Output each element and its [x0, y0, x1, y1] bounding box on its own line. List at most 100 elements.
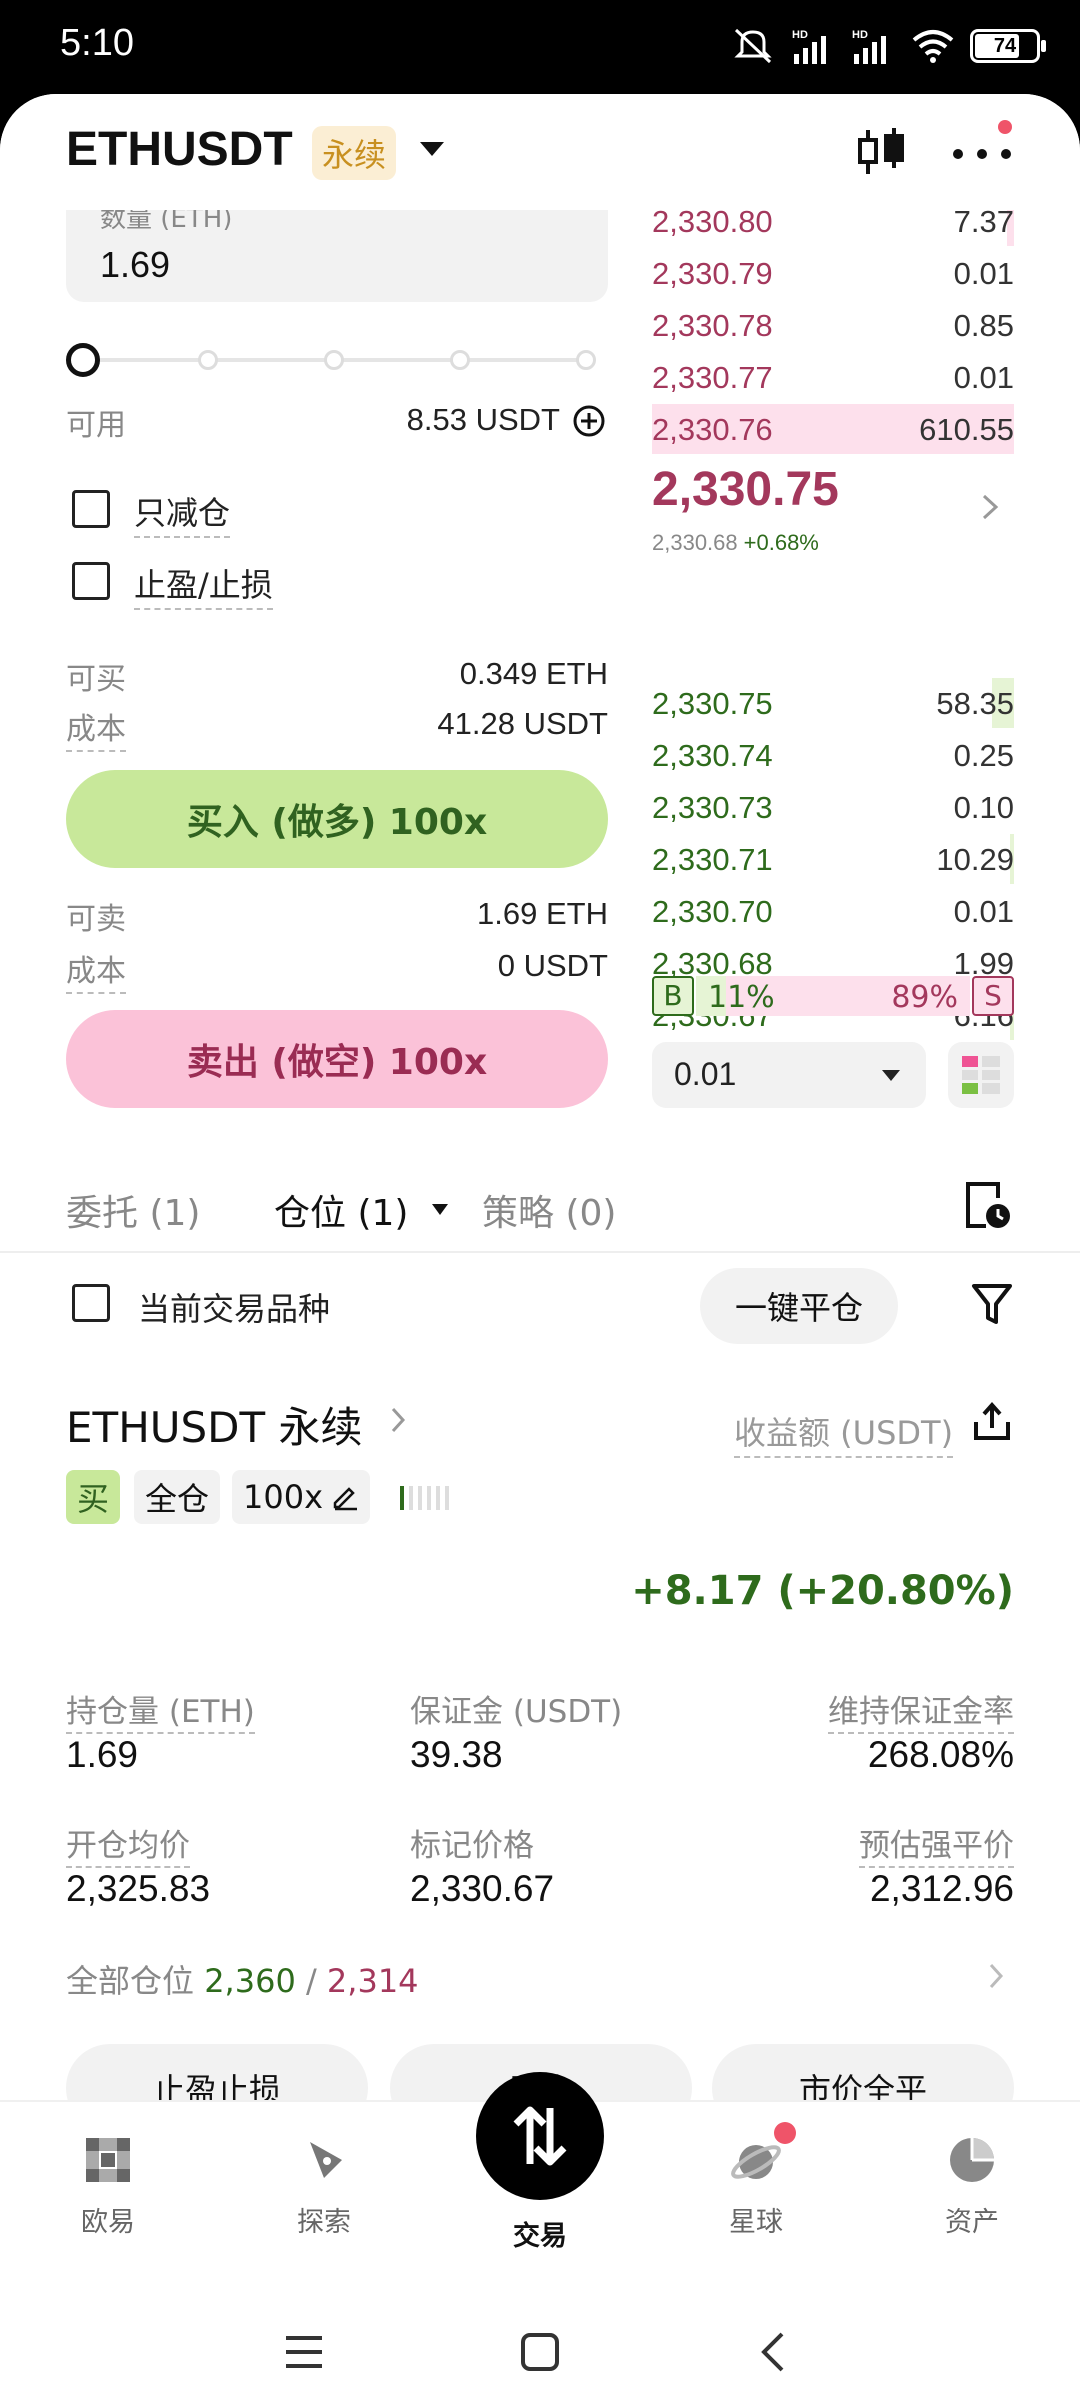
nav-label: 欧易: [81, 2207, 135, 2238]
ask-qty: 0.01: [953, 256, 1014, 291]
all-positions-short: 2,314: [326, 1962, 419, 2000]
transfer-plus-icon[interactable]: [572, 404, 606, 438]
close-all-button[interactable]: 一键平仓: [700, 1268, 898, 1344]
reduce-only-label[interactable]: 只减仓: [134, 488, 231, 538]
back-icon[interactable]: [752, 2330, 796, 2374]
leverage-value: 100x: [242, 1478, 323, 1516]
buy-sell-ratio: B 11% 89% S: [652, 974, 1014, 1018]
entry-price-label-text: 开仓均价: [66, 1828, 190, 1868]
bid-row[interactable]: 2,330.70 0.01: [652, 886, 1014, 936]
status-icons: HD HD 74: [730, 26, 1046, 66]
nav-explore[interactable]: 探索: [264, 2132, 384, 2239]
pair-selector[interactable]: ETHUSDT: [66, 122, 293, 177]
quantity-slider[interactable]: [66, 340, 596, 380]
tab-orders[interactable]: 委托 (1): [66, 1184, 200, 1236]
buy-cost-value: 41.28 USDT: [437, 706, 608, 741]
battery-level: 74: [993, 35, 1017, 57]
more-icon[interactable]: [950, 138, 1014, 168]
chevron-right-icon[interactable]: [980, 492, 1000, 522]
mark-price: 2,330.68: [652, 530, 738, 555]
orderbook-layout-button[interactable]: [948, 1042, 1014, 1108]
layout-icon: [962, 1056, 1000, 1094]
leverage-bar: [427, 1486, 431, 1510]
current-symbol-checkbox[interactable]: [72, 1284, 110, 1322]
bottom-nav: 欧易 探索 交易 星球 资产: [0, 2072, 1080, 2276]
bid-row[interactable]: 2,330.75 58.35: [652, 678, 1014, 728]
all-positions-row[interactable]: 全部仓位 2,360 / 2,314: [66, 1956, 419, 2002]
ask-price: 2,330.79: [652, 256, 773, 291]
history-icon[interactable]: [962, 1178, 1012, 1232]
nav-label: 星球: [729, 2207, 783, 2238]
candlestick-chart-icon[interactable]: [854, 124, 910, 180]
slider-step-100[interactable]: [576, 350, 596, 370]
precision-select[interactable]: 0.01: [652, 1042, 926, 1108]
share-icon[interactable]: [970, 1400, 1014, 1444]
tab-strategies[interactable]: 策略 (0): [482, 1184, 616, 1236]
quantity-input[interactable]: 数量 (ETH) 1.69: [66, 204, 608, 302]
current-symbol-label[interactable]: 当前交易品种: [138, 1284, 330, 1330]
ask-row[interactable]: 2,330.76 610.55: [652, 404, 1014, 454]
menu-icon[interactable]: [282, 2330, 326, 2374]
mark-price-label: 标记价格: [410, 1828, 534, 1864]
bid-qty: 58.35: [936, 686, 1014, 721]
chevron-down-icon[interactable]: [432, 1204, 448, 1215]
battery-icon: 74: [970, 29, 1046, 63]
signal-icon: HD: [852, 29, 886, 64]
chevron-right-icon[interactable]: [390, 1406, 406, 1434]
pnl-value: +8.17 (+20.80%): [631, 1568, 1014, 1614]
ask-row[interactable]: 2,330.78 0.85: [652, 300, 1014, 350]
buy-cost-label: 成本: [66, 704, 126, 752]
buy-long-button[interactable]: 买入 (做多) 100x: [66, 770, 608, 868]
ask-row[interactable]: 2,330.79 0.01: [652, 248, 1014, 298]
tp-sl-checkbox[interactable]: [72, 562, 110, 600]
available-label: 可用: [66, 408, 126, 443]
nav-trade[interactable]: [476, 2072, 604, 2200]
nav-okx[interactable]: 欧易: [48, 2132, 168, 2239]
position-size-label: 持仓量 (ETH): [66, 1686, 255, 1734]
quantity-value: 1.69: [100, 244, 171, 285]
sell-cost-value: 0 USDT: [497, 948, 608, 983]
ask-row[interactable]: 2,330.77 0.01: [652, 352, 1014, 402]
margin-value: 39.38: [410, 1734, 503, 1775]
notification-dot: [998, 120, 1012, 134]
planet-icon: [731, 2145, 781, 2179]
pie-chart-icon: [950, 2138, 994, 2182]
sell-ratio-badge: S: [972, 976, 1014, 1016]
leverage-level-bars: [400, 1486, 456, 1510]
svg-text:HD: HD: [792, 29, 808, 41]
compass-icon: [310, 2142, 342, 2178]
bid-row[interactable]: 2,330.74 0.25: [652, 730, 1014, 780]
side-tag: 买: [66, 1470, 120, 1524]
filter-icon[interactable]: [970, 1280, 1014, 1328]
leverage-bar: [400, 1486, 404, 1510]
bid-row[interactable]: 2,330.71 10.29: [652, 834, 1014, 884]
maint-margin-label-text: 维持保证金率: [828, 1694, 1014, 1734]
home-icon[interactable]: [518, 2330, 562, 2374]
slider-step-75[interactable]: [450, 350, 470, 370]
status-time: 5:10: [60, 22, 134, 64]
nav-label: 交易: [513, 2221, 567, 2252]
tp-sl-label[interactable]: 止盈/止损: [134, 560, 273, 610]
nav-assets[interactable]: 资产: [912, 2132, 1032, 2239]
leverage-bar: [409, 1486, 413, 1510]
leverage-tag[interactable]: 100x: [232, 1470, 370, 1524]
sell-short-button[interactable]: 卖出 (做空) 100x: [66, 1010, 608, 1108]
divider: [0, 1251, 1080, 1253]
pnl-label[interactable]: 收益额 (USDT): [734, 1408, 954, 1458]
slider-step-25[interactable]: [198, 350, 218, 370]
bid-row[interactable]: 2,330.73 0.10: [652, 782, 1014, 832]
chevron-right-icon[interactable]: [988, 1962, 1004, 1990]
all-positions-long: 2,360: [204, 1962, 296, 2000]
maint-margin-label: 维持保证金率: [828, 1686, 1014, 1734]
slider-step-50[interactable]: [324, 350, 344, 370]
reduce-only-checkbox[interactable]: [72, 490, 110, 528]
bid-qty: 0.10: [953, 790, 1014, 825]
bid-price: 2,330.70: [652, 894, 773, 929]
nav-planet[interactable]: 星球: [696, 2132, 816, 2239]
slider-handle[interactable]: [66, 343, 100, 377]
position-title[interactable]: ETHUSDT 永续: [66, 1394, 363, 1455]
tab-positions[interactable]: 仓位 (1): [274, 1184, 408, 1236]
available-value: 8.53 USDT: [406, 402, 560, 437]
chevron-down-icon[interactable]: [420, 142, 444, 156]
bid-price: 2,330.71: [652, 842, 773, 877]
